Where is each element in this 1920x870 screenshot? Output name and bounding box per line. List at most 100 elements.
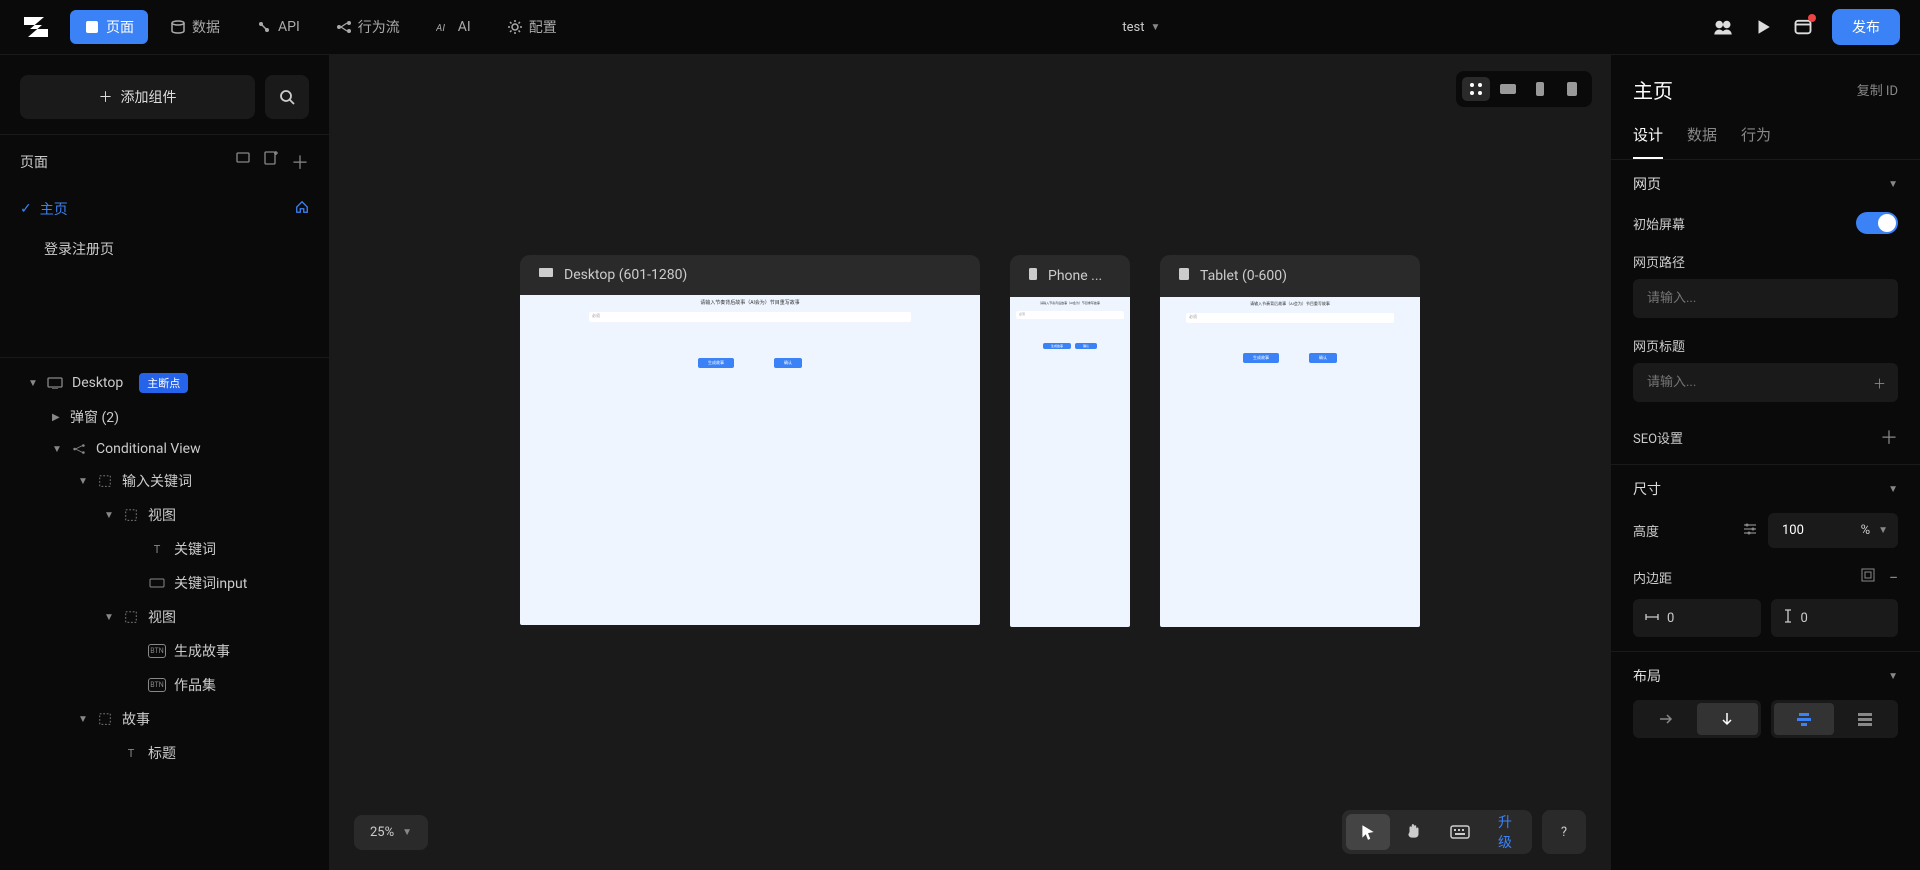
tablet-icon bbox=[1178, 267, 1190, 285]
phone-view-button[interactable] bbox=[1526, 77, 1554, 101]
frame-label: Phone ... bbox=[1048, 268, 1102, 284]
tree-item-input-keyword[interactable]: ▼ 输入关键词 bbox=[8, 464, 321, 498]
page-item-home[interactable]: ✓ 主页 bbox=[8, 189, 321, 229]
chevron-down-icon[interactable]: ▼ bbox=[1878, 525, 1898, 536]
app-logo[interactable] bbox=[20, 11, 52, 43]
project-selector[interactable]: test ▼ bbox=[579, 20, 1704, 35]
hand-tool[interactable] bbox=[1392, 814, 1436, 850]
container-icon bbox=[122, 508, 140, 522]
nav-label: API bbox=[278, 19, 300, 35]
nav-ai[interactable]: AI AI bbox=[422, 12, 485, 42]
frame-header[interactable]: Phone ... bbox=[1010, 255, 1130, 297]
nav-api[interactable]: API bbox=[242, 12, 314, 42]
tree-item-desktop[interactable]: ▼ Desktop 主断点 bbox=[8, 366, 321, 400]
tree-item-popup[interactable]: ▶ 弹窗 (2) bbox=[8, 400, 321, 434]
zoom-selector[interactable]: 25% ▼ bbox=[354, 815, 428, 850]
tree-label: 输入关键词 bbox=[122, 471, 192, 491]
size-section-header[interactable]: 尺寸 ▼ bbox=[1633, 479, 1898, 499]
mini-title: 请输入节奏背后故事（AI会为）节目重写故事 bbox=[700, 299, 800, 306]
sliders-icon[interactable] bbox=[1742, 521, 1758, 541]
padding-minus-icon[interactable]: − bbox=[1889, 568, 1898, 587]
canvas[interactable]: Desktop (601-1280) 请输入节奏背后故事（AI会为）节目重写故事… bbox=[330, 55, 1610, 870]
initial-screen-toggle[interactable] bbox=[1856, 212, 1898, 234]
layout-section-header[interactable]: 布局 ▼ bbox=[1633, 666, 1898, 686]
chevron-down-icon: ▼ bbox=[402, 827, 412, 838]
padding-horizontal-input[interactable]: 0 bbox=[1633, 599, 1761, 637]
container-icon bbox=[122, 610, 140, 624]
tree-item-view1[interactable]: ▼ 视图 bbox=[8, 498, 321, 532]
help-button[interactable]: ? bbox=[1542, 810, 1586, 854]
add-widget-button[interactable]: ＋ 添加组件 bbox=[20, 75, 255, 119]
layout-direction-down[interactable] bbox=[1697, 703, 1758, 735]
tree-item-view2[interactable]: ▼ 视图 bbox=[8, 600, 321, 634]
upgrade-button[interactable]: 升级 bbox=[1484, 814, 1528, 850]
new-page-icon[interactable] bbox=[263, 149, 279, 175]
plus-icon[interactable]: ＋ bbox=[1873, 373, 1886, 392]
frame-desktop[interactable]: Desktop (601-1280) 请输入节奏背后故事（AI会为）节目重写故事… bbox=[520, 255, 980, 625]
frame-body[interactable]: 请输入节奏背后故事（AI会为）节目重写故事 必须 生成故事 确认 bbox=[1010, 297, 1130, 627]
height-input[interactable]: % ▼ bbox=[1768, 513, 1898, 548]
caret-icon: ▼ bbox=[28, 378, 38, 389]
grid-view-button[interactable] bbox=[1462, 77, 1490, 101]
frame-body[interactable]: 请输入节奏背后故事（AI会为）节目重写故事 必须 生成故事 确认 bbox=[520, 295, 980, 625]
tree-label: Conditional View bbox=[96, 441, 201, 457]
section-label: 布局 bbox=[1633, 666, 1661, 686]
pad-value: 0 bbox=[1801, 611, 1808, 626]
nav-pages[interactable]: 页面 bbox=[70, 10, 148, 44]
keyboard-tool[interactable] bbox=[1438, 814, 1482, 850]
left-panel: ＋ 添加组件 页面 ＋ ✓ 主页 登录注册页 bbox=[0, 55, 330, 870]
tree-label: 视图 bbox=[148, 607, 176, 627]
frame-header[interactable]: Tablet (0-600) bbox=[1160, 255, 1420, 297]
button-icon: BTN bbox=[148, 644, 166, 658]
frame-body[interactable]: 请输入节奏背后故事（AI会为）节目重写故事 必须 生成故事 确认 bbox=[1160, 297, 1420, 627]
tree-item-keyword-input[interactable]: 关键词input bbox=[8, 566, 321, 600]
publish-button[interactable]: 发布 bbox=[1832, 9, 1900, 45]
padding-vertical-input[interactable]: 0 bbox=[1771, 599, 1899, 637]
height-value[interactable] bbox=[1768, 523, 1818, 538]
padding-separate-icon[interactable] bbox=[1861, 568, 1875, 587]
copy-id-button[interactable]: 复制 ID bbox=[1857, 80, 1898, 99]
desktop-view-button[interactable] bbox=[1494, 77, 1522, 101]
nav-flow[interactable]: 行为流 bbox=[322, 10, 414, 44]
cursor-tool[interactable] bbox=[1346, 814, 1390, 850]
layout-align-center[interactable] bbox=[1774, 703, 1835, 735]
frame-header[interactable]: Desktop (601-1280) bbox=[520, 255, 980, 295]
caret-icon: ▼ bbox=[52, 444, 62, 455]
tree-item-works[interactable]: BTN 作品集 bbox=[8, 668, 321, 702]
tree-item-story[interactable]: ▼ 故事 bbox=[8, 702, 321, 736]
nav-data[interactable]: 数据 bbox=[156, 10, 234, 44]
seo-add-button[interactable]: ＋ bbox=[1880, 424, 1898, 450]
tree-item-keyword[interactable]: T 关键词 bbox=[8, 532, 321, 566]
tab-design[interactable]: 设计 bbox=[1633, 124, 1663, 159]
tablet-view-button[interactable] bbox=[1558, 77, 1586, 101]
upgrade-label: 升级 bbox=[1498, 812, 1514, 852]
web-section-header[interactable]: 网页 ▼ bbox=[1633, 174, 1898, 194]
preview-icon[interactable] bbox=[1752, 16, 1774, 38]
mini-title: 请输入节奏背后故事（AI会为）节目重写故事 bbox=[1040, 301, 1100, 305]
frame-label: Tablet (0-600) bbox=[1200, 268, 1287, 284]
tree-label: 作品集 bbox=[174, 675, 216, 695]
frame-phone[interactable]: Phone ... 请输入节奏背后故事（AI会为）节目重写故事 必须 生成故事 … bbox=[1010, 255, 1130, 627]
layout-direction-right[interactable] bbox=[1636, 703, 1697, 735]
title-input[interactable] bbox=[1633, 363, 1898, 402]
gear-icon bbox=[507, 19, 523, 35]
chevron-down-icon: ▼ bbox=[1888, 484, 1898, 495]
caret-icon: ▼ bbox=[78, 714, 88, 725]
notifications-icon[interactable] bbox=[1792, 16, 1814, 38]
folder-icon[interactable] bbox=[235, 149, 251, 175]
tree-item-gen-story[interactable]: BTN 生成故事 bbox=[8, 634, 321, 668]
plus-icon[interactable]: ＋ bbox=[291, 149, 309, 175]
collaborators-icon[interactable] bbox=[1712, 16, 1734, 38]
nav-config[interactable]: 配置 bbox=[493, 10, 571, 44]
layout-align-stretch[interactable] bbox=[1834, 703, 1895, 735]
tree-item-title[interactable]: T 标题 bbox=[8, 736, 321, 770]
tab-behavior[interactable]: 行为 bbox=[1741, 124, 1771, 159]
page-item-login[interactable]: 登录注册页 bbox=[8, 229, 321, 269]
frame-tablet[interactable]: Tablet (0-600) 请输入节奏背后故事（AI会为）节目重写故事 必须 … bbox=[1160, 255, 1420, 627]
search-button[interactable] bbox=[265, 75, 309, 119]
tree-item-conditional[interactable]: ▼ Conditional View bbox=[8, 434, 321, 464]
tab-data[interactable]: 数据 bbox=[1687, 124, 1717, 159]
path-input[interactable] bbox=[1633, 279, 1898, 318]
right-panel: 主页 复制 ID 设计 数据 行为 网页 ▼ 初始屏幕 网页路径 网页标题 ＋ bbox=[1610, 55, 1920, 870]
mini-button: 确认 bbox=[1075, 343, 1097, 349]
